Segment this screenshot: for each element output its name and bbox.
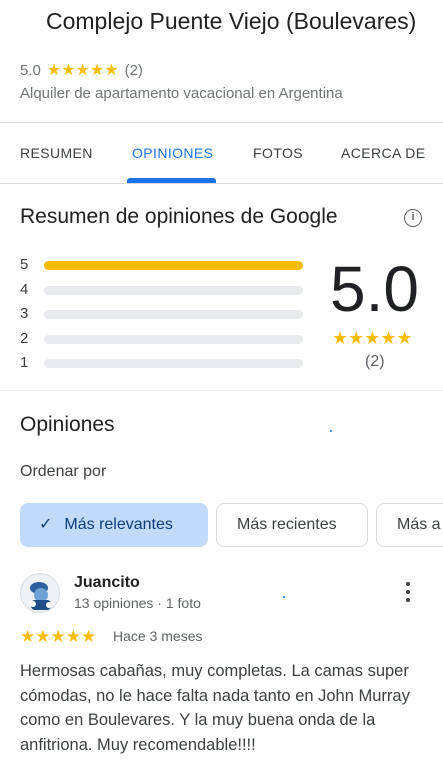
review-text: Hermosas cabañas, muy completas. La cama…: [20, 662, 410, 754]
bar-label: 4: [20, 281, 29, 298]
rating-value: 5.0: [20, 61, 41, 79]
bar-label: 2: [20, 330, 29, 347]
review-summary: Resumen de opiniones de Google i 5 4 3 2…: [0, 185, 443, 391]
bar-track: [44, 359, 303, 368]
bar-track: [44, 286, 303, 295]
decorative-dot: [330, 430, 332, 432]
review-author[interactable]: Juancito: [74, 574, 140, 592]
place-category: Alquiler de apartamento vacacional en Ar…: [20, 85, 343, 102]
bar-track: [44, 310, 303, 319]
chip-label: Más a: [397, 516, 441, 533]
info-icon[interactable]: i: [404, 209, 422, 227]
sort-label: Ordenar por: [20, 463, 107, 480]
tab-opiniones[interactable]: OPINIONES: [132, 123, 213, 183]
active-tab-indicator: [127, 178, 216, 183]
review-card: Juancito 13 opiniones · 1 foto ★★★★★ Hac…: [0, 570, 443, 768]
chip-label: Más recientes: [237, 516, 337, 533]
rating-bar-5: 5: [20, 255, 310, 275]
bar-track: [44, 335, 303, 344]
check-icon: ✓: [39, 516, 53, 533]
summary-title: Resumen de opiniones de Google: [20, 205, 338, 228]
review-count: (2): [124, 61, 143, 79]
rating-bar-3: 3: [20, 304, 310, 324]
tab-fotos[interactable]: FOTOS: [253, 123, 303, 183]
bar-label: 5: [20, 256, 29, 273]
average-score: 5.0: [330, 253, 419, 325]
review-time: Hace 3 meses: [113, 628, 203, 644]
bar-track: [44, 261, 303, 270]
bar-fill: [44, 261, 303, 270]
sort-chip-most-recent[interactable]: Más recientes: [216, 503, 368, 547]
rating-bar-1: 1: [20, 353, 310, 373]
rating-row[interactable]: 5.0 ★★★★★ (2): [20, 60, 143, 80]
more-vert-icon[interactable]: [400, 582, 416, 606]
avatar-image: [21, 574, 59, 612]
average-stars: ★★★★★: [332, 328, 413, 348]
bar-label: 1: [20, 354, 29, 371]
tab-bar: RESUMEN OPINIONES FOTOS ACERCA DE: [0, 122, 443, 184]
decorative-dot: [283, 596, 285, 598]
rating-bar-4: 4: [20, 280, 310, 300]
place-title: Complejo Puente Viejo (Boulevares): [46, 8, 417, 34]
total-review-count: (2): [365, 353, 385, 370]
chip-label: Más relevantes: [64, 516, 173, 533]
sort-chip-truncated[interactable]: Más a: [376, 503, 443, 547]
rating-bar-2: 2: [20, 329, 310, 349]
review-author-meta: 13 opiniones · 1 foto: [74, 595, 201, 611]
tab-resumen[interactable]: RESUMEN: [20, 123, 93, 183]
reviews-title: Opiniones: [20, 413, 115, 436]
place-header: Complejo Puente Viejo (Boulevares) 5.0 ★…: [0, 0, 443, 122]
review-stars: ★★★★★: [20, 627, 97, 646]
bar-label: 3: [20, 305, 29, 322]
rating-stars: ★★★★★: [46, 62, 119, 79]
avatar[interactable]: [20, 573, 60, 613]
tab-acerca-de[interactable]: ACERCA DE: [341, 123, 426, 183]
sort-chip-most-relevant[interactable]: ✓ Más relevantes: [20, 503, 208, 547]
